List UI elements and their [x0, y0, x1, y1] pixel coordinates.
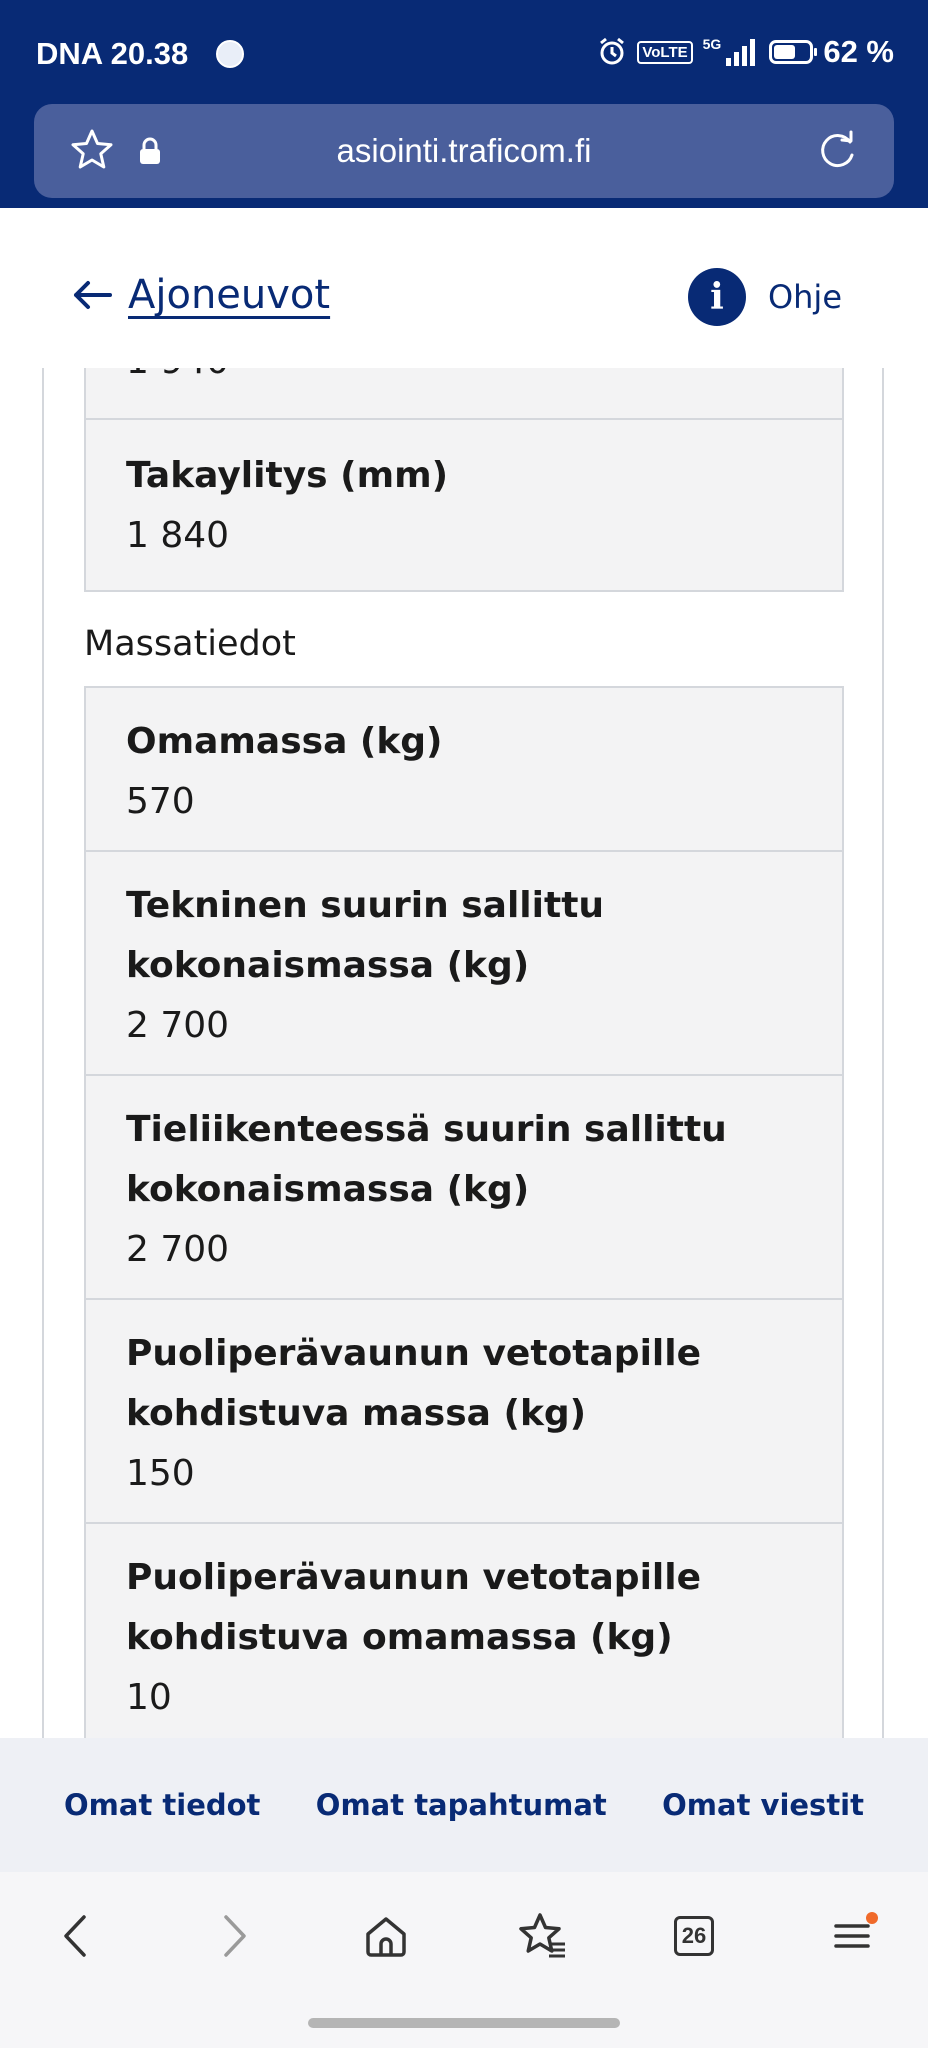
browser-chrome: DNA 20.38 VoLTE 5G 62 % asiointi.trafico…	[0, 0, 928, 208]
address-bar[interactable]: asiointi.traficom.fi	[34, 104, 894, 198]
bookmarks-button[interactable]	[510, 1904, 574, 1968]
mass-item-label: Puoliperävaunun vetotapille kohdistuva m…	[126, 1333, 701, 1434]
reload-icon[interactable]	[814, 128, 860, 174]
bookmarks-star-icon	[519, 1913, 565, 1958]
mass-card-group: Omamassa (kg) 570 Tekninen suurin sallit…	[84, 686, 844, 1738]
battery-icon	[769, 40, 818, 64]
mass-item: Puoliperävaunun vetotapille kohdistuva m…	[86, 1298, 842, 1522]
back-link-label[interactable]: Ajoneuvot	[128, 272, 330, 318]
mass-item-label: Omamassa (kg)	[126, 721, 443, 762]
gesture-handle[interactable]	[308, 2018, 620, 2028]
mass-item: Tekninen suurin sallittu kokonaismassa (…	[86, 850, 842, 1074]
menu-button[interactable]	[820, 1904, 884, 1968]
network-type: 5G	[702, 36, 722, 52]
mass-item-label: Tekninen suurin sallittu kokonaismassa (…	[126, 885, 605, 986]
alarm-icon	[600, 37, 625, 65]
info-icon[interactable]: i	[687, 268, 746, 326]
dimensions-card-group: 1 940 Takaylitys (mm) 1 840	[84, 368, 844, 592]
mass-item-value: 10	[126, 1677, 172, 1718]
back-link[interactable]: Ajoneuvot	[72, 272, 330, 318]
nav-my-messages[interactable]: Omat viestit	[662, 1788, 864, 1822]
help-button[interactable]: i Ohje	[687, 268, 842, 326]
mass-item-label: Puoliperävaunun vetotapille kohdistuva o…	[126, 1557, 701, 1658]
battery-level	[774, 45, 796, 59]
mass-item-value: 150	[126, 1453, 195, 1494]
tabs-button[interactable]: 26	[662, 1904, 726, 1968]
tabs-count[interactable]: 26	[674, 1916, 714, 1956]
rear-track-label: Takaylitys (mm)	[126, 455, 449, 496]
url-text[interactable]: asiointi.traficom.fi	[34, 132, 894, 170]
notification-dot	[866, 1912, 878, 1924]
mass-item: Omamassa (kg) 570	[86, 688, 842, 850]
forward-button[interactable]	[202, 1904, 266, 1968]
site-bottom-nav: Omat tiedot Omat tapahtumat Omat viestit	[0, 1738, 928, 1872]
nav-my-info[interactable]: Omat tiedot	[64, 1788, 260, 1822]
battery-percent: 62 %	[823, 34, 894, 69]
mass-item-label: Tieliikenteessä suurin sallittu kokonais…	[126, 1109, 727, 1210]
home-button[interactable]	[354, 1904, 418, 1968]
chevron-left-icon	[64, 1915, 86, 1957]
mass-item-value: 2 700	[126, 1229, 230, 1270]
partial-card-value: 1 940	[126, 368, 229, 392]
dnd-icon	[216, 40, 244, 68]
back-button[interactable]	[44, 1904, 108, 1968]
nav-my-events[interactable]: Omat tapahtumat	[316, 1788, 607, 1822]
signal-icon	[726, 39, 756, 66]
status-time: DNA 20.38	[36, 36, 189, 71]
page-header: Ajoneuvot i Ohje	[0, 208, 928, 368]
status-icons: VoLTE 5G 62 %	[597, 34, 894, 70]
chevron-right-icon	[224, 1915, 246, 1957]
main-content[interactable]: 1 940 Takaylitys (mm) 1 840 Massatiedot …	[0, 368, 928, 1738]
partial-card: 1 940	[86, 368, 842, 418]
help-label[interactable]: Ohje	[768, 278, 842, 316]
mass-item-value: 570	[126, 781, 195, 822]
mass-item: Puoliperävaunun vetotapille kohdistuva o…	[86, 1522, 842, 1738]
mass-item: Tieliikenteessä suurin sallittu kokonais…	[86, 1074, 842, 1298]
home-icon	[366, 1917, 406, 1957]
rear-track-card: Takaylitys (mm) 1 840	[86, 418, 842, 590]
arrow-left-icon	[74, 281, 112, 309]
mass-item-value: 2 700	[126, 1005, 230, 1046]
volte-badge: VoLTE	[637, 40, 693, 64]
mass-section-title: Massatiedot	[84, 624, 296, 664]
rear-track-value: 1 840	[126, 515, 230, 556]
